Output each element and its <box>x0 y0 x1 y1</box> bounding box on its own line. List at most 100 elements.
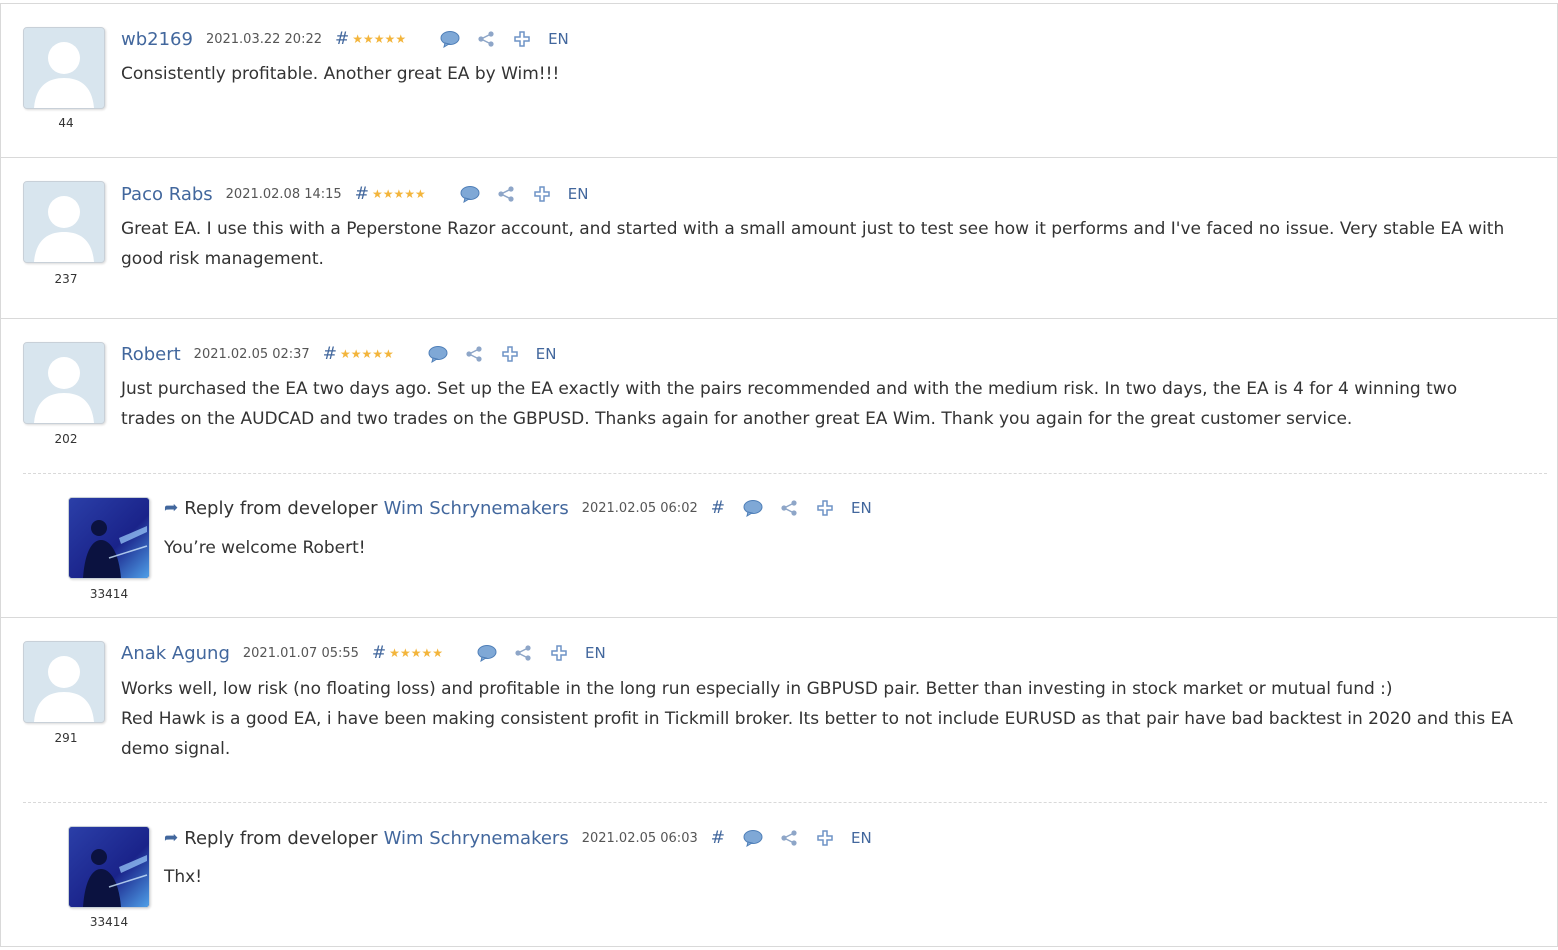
language-link[interactable]: EN <box>585 644 606 662</box>
review-header: Paco Rabs 2021.02.08 14:15 # ★ ★ ★ ★ ★ EN <box>121 182 588 206</box>
review-text: Great EA. I use this with a Peperstone R… <box>121 214 1541 274</box>
comment-icon[interactable] <box>743 828 763 848</box>
comment-icon[interactable] <box>460 184 480 204</box>
plus-icon[interactable] <box>549 643 569 663</box>
review-text: Consistently profitable. Another great E… <box>121 59 559 89</box>
star-icon: ★ <box>371 187 383 201</box>
star-icon: ★ <box>373 32 385 46</box>
review-text-line: Red Hawk is a good EA, i have been makin… <box>121 709 1513 729</box>
star-icon: ★ <box>383 347 394 361</box>
review-text-line: Works well, low risk (no floating loss) … <box>121 679 1393 699</box>
permalink[interactable]: # <box>372 643 386 663</box>
star-icon: ★ <box>382 187 394 201</box>
language-link[interactable]: EN <box>536 345 557 363</box>
user-placeholder-icon <box>24 642 104 722</box>
share-icon[interactable] <box>464 344 484 364</box>
review-text-line: Great EA. I use this with a Peperstone R… <box>121 219 1505 239</box>
user-rating-count: 202 <box>54 432 78 446</box>
star-icon: ★ <box>395 32 407 46</box>
developer-rating-count: 33414 <box>89 587 129 601</box>
star-icon: ★ <box>372 347 384 361</box>
plus-icon[interactable] <box>512 29 532 49</box>
author-link[interactable]: wb2169 <box>121 29 193 50</box>
star-rating: ★ ★ ★ ★ ★ <box>389 647 443 659</box>
share-icon[interactable] <box>476 29 496 49</box>
review-header: wb2169 2021.03.22 20:22 # ★ ★ ★ ★ ★ EN <box>121 27 569 51</box>
language-link[interactable]: EN <box>568 185 589 203</box>
developer-link[interactable]: Wim Schrynemakers <box>384 828 569 849</box>
share-icon[interactable] <box>513 643 533 663</box>
developer-rating-count: 33414 <box>89 915 129 929</box>
author-link[interactable]: Paco Rabs <box>121 184 213 205</box>
review-item: 44 wb2169 2021.03.22 20:22 # ★ ★ ★ ★ ★ EN Co… <box>0 3 1558 158</box>
permalink[interactable]: # <box>323 344 337 364</box>
avatar[interactable] <box>23 181 105 263</box>
avatar[interactable] <box>23 27 105 109</box>
reply-date: 2021.02.05 06:03 <box>581 830 698 846</box>
star-icon: ★ <box>393 187 405 201</box>
reply-header: ➦ Reply from developer Wim Schrynemakers… <box>164 826 872 850</box>
reply-arrow-icon: ➦ <box>164 828 179 848</box>
author-link[interactable]: Robert <box>121 344 181 365</box>
share-icon[interactable] <box>779 498 799 518</box>
star-icon: ★ <box>421 646 433 660</box>
reply-label: Reply from developer <box>184 827 378 849</box>
user-placeholder-icon <box>24 28 104 108</box>
comment-icon[interactable] <box>428 344 448 364</box>
star-icon: ★ <box>339 347 351 361</box>
review-header: Robert 2021.02.05 02:37 # ★ ★ ★ ★ ★ EN <box>121 342 556 366</box>
plus-icon[interactable] <box>500 344 520 364</box>
developer-avatar[interactable] <box>68 826 150 908</box>
user-placeholder-icon <box>24 343 104 423</box>
review-item: 237 Paco Rabs 2021.02.08 14:15 # ★ ★ ★ ★ ★ E… <box>0 158 1558 319</box>
developer-avatar[interactable] <box>68 497 150 579</box>
plus-icon[interactable] <box>815 498 835 518</box>
comment-icon[interactable] <box>743 498 763 518</box>
star-icon: ★ <box>363 32 374 46</box>
comment-icon[interactable] <box>477 643 497 663</box>
star-icon: ★ <box>399 646 411 660</box>
language-link[interactable]: EN <box>851 829 872 847</box>
reply-separator <box>23 473 1547 474</box>
star-icon: ★ <box>432 646 443 660</box>
permalink[interactable]: # <box>335 29 349 49</box>
review-date: 2021.01.07 05:55 <box>242 645 359 661</box>
review-text: Works well, low risk (no floating loss) … <box>121 674 1541 764</box>
permalink[interactable]: # <box>711 498 725 518</box>
reply-text: Thx! <box>164 867 203 887</box>
review-text-line: demo signal. <box>121 739 231 759</box>
plus-icon[interactable] <box>532 184 552 204</box>
star-icon: ★ <box>361 347 373 361</box>
permalink[interactable]: # <box>355 184 369 204</box>
author-link[interactable]: Anak Agung <box>121 643 230 664</box>
review-text-line: good risk management. <box>121 249 324 269</box>
permalink[interactable]: # <box>711 828 725 848</box>
developer-link[interactable]: Wim Schrynemakers <box>384 498 569 519</box>
avatar[interactable] <box>23 342 105 424</box>
review-text-line: Just purchased the EA two days ago. Set … <box>121 379 1458 399</box>
review-text-line: trades on the AUDCAD and two trades on t… <box>121 409 1353 429</box>
star-icon: ★ <box>389 646 400 660</box>
reply-arrow-icon: ➦ <box>164 498 179 518</box>
review-header: Anak Agung 2021.01.07 05:55 # ★ ★ ★ ★ ★ EN <box>121 641 606 665</box>
language-link[interactable]: EN <box>548 30 569 48</box>
share-icon[interactable] <box>779 828 799 848</box>
reply-label: Reply from developer <box>184 497 378 519</box>
review-text-line: Consistently profitable. Another great E… <box>121 64 560 84</box>
review-item: 291 Anak Agung 2021.01.07 05:55 # ★ ★ ★ ★ ★ … <box>0 618 1558 947</box>
reply-text: You’re welcome Robert! <box>164 538 366 558</box>
developer-avatar-image <box>69 498 149 578</box>
star-icon: ★ <box>384 32 396 46</box>
review-date: 2021.02.05 02:37 <box>193 346 310 362</box>
comment-icon[interactable] <box>440 29 460 49</box>
developer-avatar-image <box>69 827 149 907</box>
reply-date: 2021.02.05 06:02 <box>581 500 698 516</box>
share-icon[interactable] <box>496 184 516 204</box>
language-link[interactable]: EN <box>851 499 872 517</box>
user-rating-count: 291 <box>54 731 78 745</box>
user-rating-count: 44 <box>58 116 74 130</box>
review-date: 2021.02.08 14:15 <box>225 186 342 202</box>
avatar[interactable] <box>23 641 105 723</box>
reply-header: ➦ Reply from developer Wim Schrynemakers… <box>164 496 872 520</box>
plus-icon[interactable] <box>815 828 835 848</box>
